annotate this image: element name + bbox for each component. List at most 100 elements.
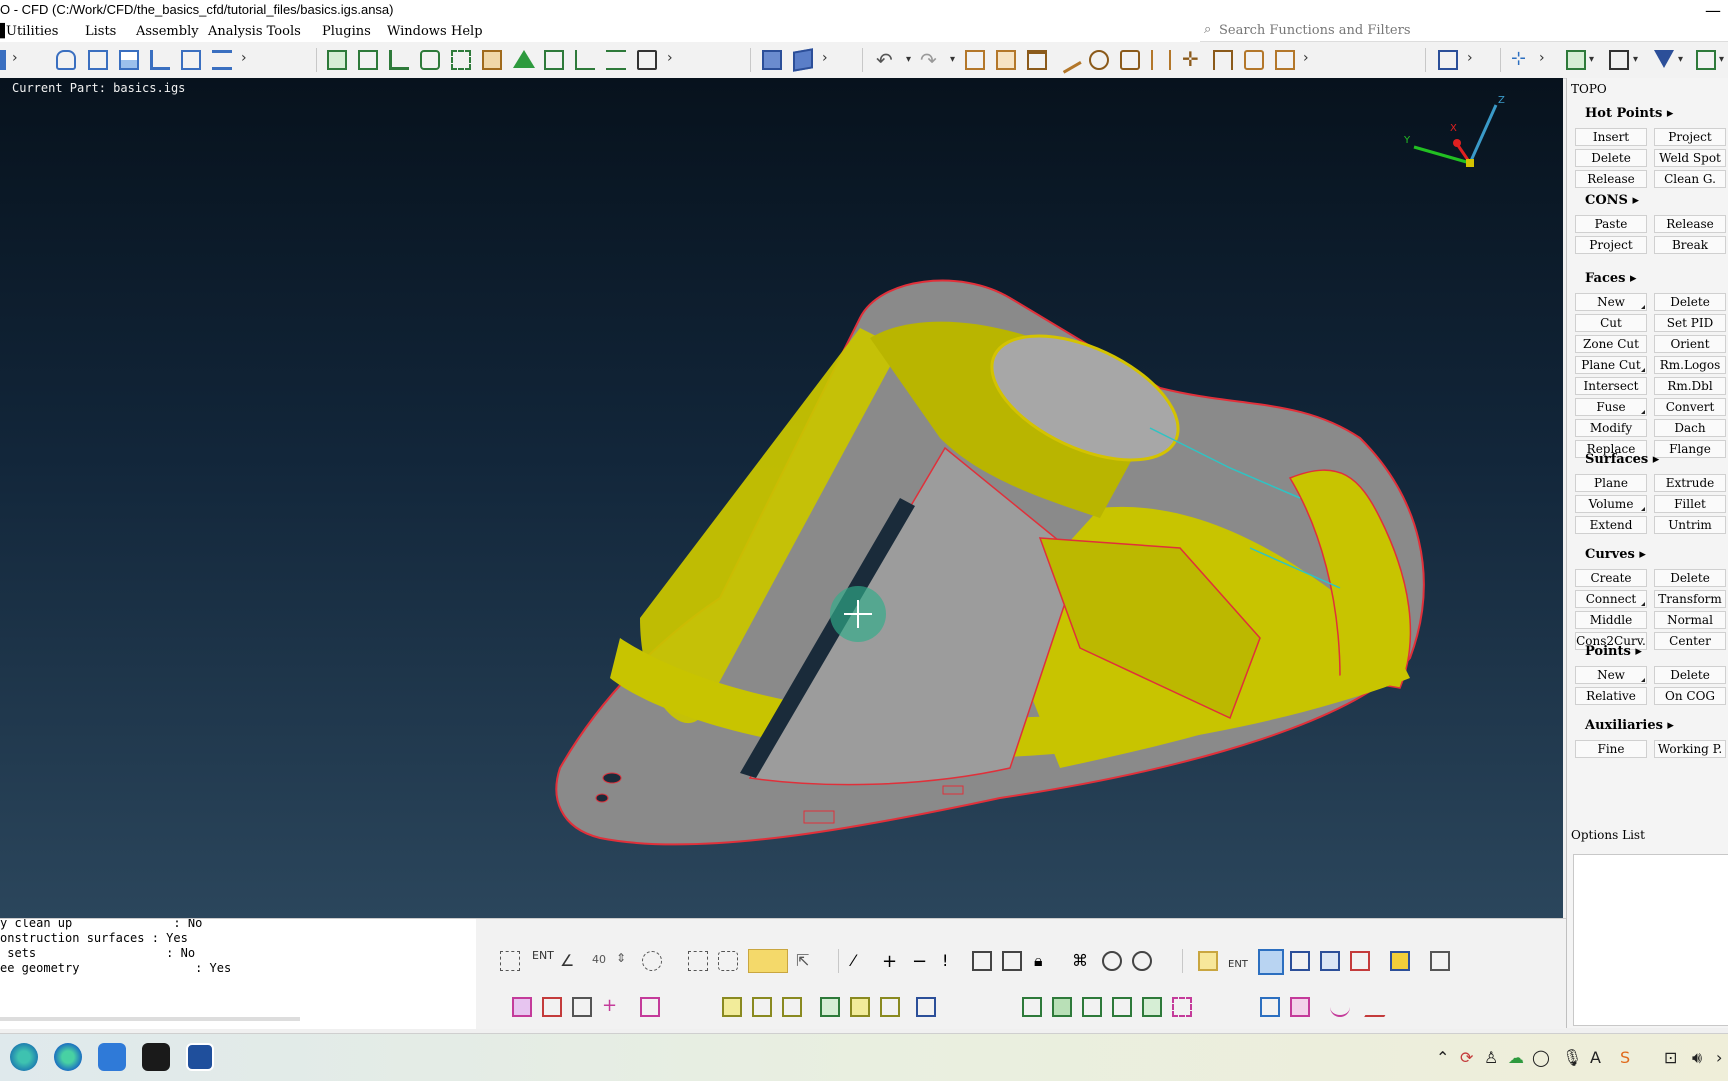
topo-button-break[interactable]: Break: [1654, 236, 1726, 254]
topo-button-on-cog[interactable]: On COG: [1654, 687, 1726, 705]
brush-icon[interactable]: [1054, 46, 1082, 74]
menu-analysis-tools[interactable]: Analysis Tools: [208, 24, 301, 39]
copy-icon[interactable]: [996, 50, 1016, 70]
package-icon[interactable]: [1430, 951, 1450, 971]
green-face-icon[interactable]: [1022, 997, 1042, 1017]
chevron-right-icon[interactable]: ›: [1303, 50, 1309, 66]
undo-icon[interactable]: ↶: [876, 50, 896, 70]
database-icon[interactable]: [56, 50, 76, 70]
topo-button-untrim[interactable]: Untrim: [1654, 516, 1726, 534]
grid-icon[interactable]: [1609, 50, 1629, 70]
add-point-icon[interactable]: +: [602, 995, 622, 1016]
entity-toggle-label[interactable]: ENT: [1228, 959, 1248, 979]
section-curves[interactable]: Curves ▸: [1585, 547, 1646, 562]
section-hot-points[interactable]: Hot Points ▸: [1585, 106, 1673, 121]
topo-button-plane-cut[interactable]: Plane Cut: [1575, 356, 1647, 374]
selection-box-icon[interactable]: [500, 951, 520, 971]
node-icon[interactable]: [1290, 997, 1310, 1017]
options-list[interactable]: [1573, 854, 1728, 1026]
connectivity-icon[interactable]: [1260, 997, 1280, 1017]
sync-icon[interactable]: ⟳: [1460, 1048, 1473, 1067]
topo-button-cut[interactable]: Cut: [1575, 314, 1647, 332]
curve-icon[interactable]: [389, 50, 409, 70]
topo-button-dach[interactable]: Dach: [1654, 419, 1726, 437]
grid-view-icon[interactable]: [1320, 951, 1340, 971]
chevron-down-icon[interactable]: ▾: [950, 54, 955, 65]
topo-button-connect[interactable]: Connect: [1575, 590, 1647, 608]
chevron-up-icon[interactable]: ⌃: [1436, 1048, 1449, 1067]
section-surfaces[interactable]: Surfaces ▸: [1585, 452, 1659, 467]
topo-button-rm-dbl[interactable]: Rm.Dbl: [1654, 377, 1726, 395]
hole[interactable]: [803, 810, 835, 824]
circle-select-icon[interactable]: [642, 951, 662, 971]
topo-button-fuse[interactable]: Fuse: [1575, 398, 1647, 416]
frame-icon[interactable]: [640, 997, 660, 1017]
topo-button-plane[interactable]: Plane: [1575, 474, 1647, 492]
pointer-icon[interactable]: ⇱: [796, 951, 816, 971]
topo-button-delete[interactable]: Delete: [1575, 149, 1647, 167]
topo-button-intersect[interactable]: Intersect: [1575, 377, 1647, 395]
volume-icon[interactable]: 🔊︎: [1692, 1048, 1702, 1068]
topo-button-delete[interactable]: Delete: [1654, 569, 1726, 587]
terminal-icon[interactable]: [142, 1043, 170, 1071]
topo-button-weld-spot[interactable]: Weld Spot: [1654, 149, 1726, 167]
properties-icon[interactable]: [150, 50, 170, 70]
triangle-mesh-icon[interactable]: [513, 50, 535, 68]
add-icon[interactable]: +: [882, 951, 902, 972]
neighbor-icon[interactable]: [1002, 951, 1022, 971]
topo-button-relative[interactable]: Relative: [1575, 687, 1647, 705]
topo-button-clean-g[interactable]: Clean G.: [1654, 170, 1726, 188]
surface-icon[interactable]: [358, 50, 378, 70]
rotate-cube-icon[interactable]: [793, 48, 813, 72]
section-faces[interactable]: Faces ▸: [1585, 271, 1637, 286]
plane-icon[interactable]: [1364, 997, 1396, 1017]
invert-icon[interactable]: !: [942, 951, 962, 971]
geometry-model[interactable]: [0, 78, 1563, 918]
color-cube-icon[interactable]: [1390, 951, 1410, 971]
graph-icon[interactable]: [575, 50, 595, 70]
tools-icon[interactable]: [637, 50, 657, 70]
app-tray-icon[interactable]: S: [1620, 1048, 1630, 1067]
ansa-icon[interactable]: [186, 1043, 214, 1071]
topo-button-project[interactable]: Project: [1575, 236, 1647, 254]
curve-select-icon[interactable]: [1330, 997, 1350, 1017]
topo-button-working-p[interactable]: Working P.: [1654, 740, 1726, 758]
menu-windows[interactable]: Windows: [387, 24, 447, 39]
person-icon[interactable]: ♙: [1484, 1048, 1498, 1067]
chevron-down-icon[interactable]: ▾: [1633, 54, 1638, 65]
chevron-right-icon[interactable]: ›: [1539, 50, 1545, 66]
chevron-right-icon[interactable]: ›: [1467, 50, 1473, 66]
list-check-icon[interactable]: [606, 50, 626, 70]
topo-button-set-pid[interactable]: Set PID: [1654, 314, 1726, 332]
double-face-icon[interactable]: [880, 997, 900, 1017]
topo-button-insert[interactable]: Insert: [1575, 128, 1647, 146]
section-points[interactable]: Points ▸: [1585, 644, 1642, 659]
refresh-icon[interactable]: [1132, 951, 1152, 971]
3d-view-icon[interactable]: [1275, 50, 1295, 70]
green-grid-icon[interactable]: [1082, 997, 1102, 1017]
filter-icon[interactable]: [1654, 50, 1674, 68]
save-icon[interactable]: [965, 50, 985, 70]
topo-button-flange[interactable]: Flange: [1654, 440, 1726, 458]
crosshair-select-icon[interactable]: [752, 997, 772, 1017]
topo-button-convert[interactable]: Convert: [1654, 398, 1726, 416]
database-list-icon[interactable]: [88, 50, 108, 70]
connect-icon[interactable]: ⌘: [1072, 951, 1092, 971]
note-icon[interactable]: [1198, 951, 1218, 971]
magenta-select-icon[interactable]: [1172, 997, 1192, 1017]
mail-icon[interactable]: [98, 1043, 126, 1071]
menu-utilities[interactable]: Utilities: [6, 24, 58, 39]
topo-button-paste[interactable]: Paste: [1575, 215, 1647, 233]
annotation-icon[interactable]: [1244, 50, 1264, 70]
topo-button-release[interactable]: Release: [1575, 170, 1647, 188]
faces-icon[interactable]: [327, 50, 347, 70]
measure-icon[interactable]: [1213, 50, 1233, 70]
lock-icon[interactable]: 🔒︎: [1034, 951, 1054, 971]
chevron-right-icon[interactable]: ›: [12, 50, 18, 66]
shaded-view-button[interactable]: [1258, 949, 1284, 975]
edge-dev-icon[interactable]: [10, 1043, 38, 1071]
chevron-down-icon[interactable]: ▾: [1719, 54, 1724, 65]
rect-face-icon[interactable]: [850, 997, 870, 1017]
topo-button-new[interactable]: New: [1575, 666, 1647, 684]
topo-button-zone-cut[interactable]: Zone Cut: [1575, 335, 1647, 353]
